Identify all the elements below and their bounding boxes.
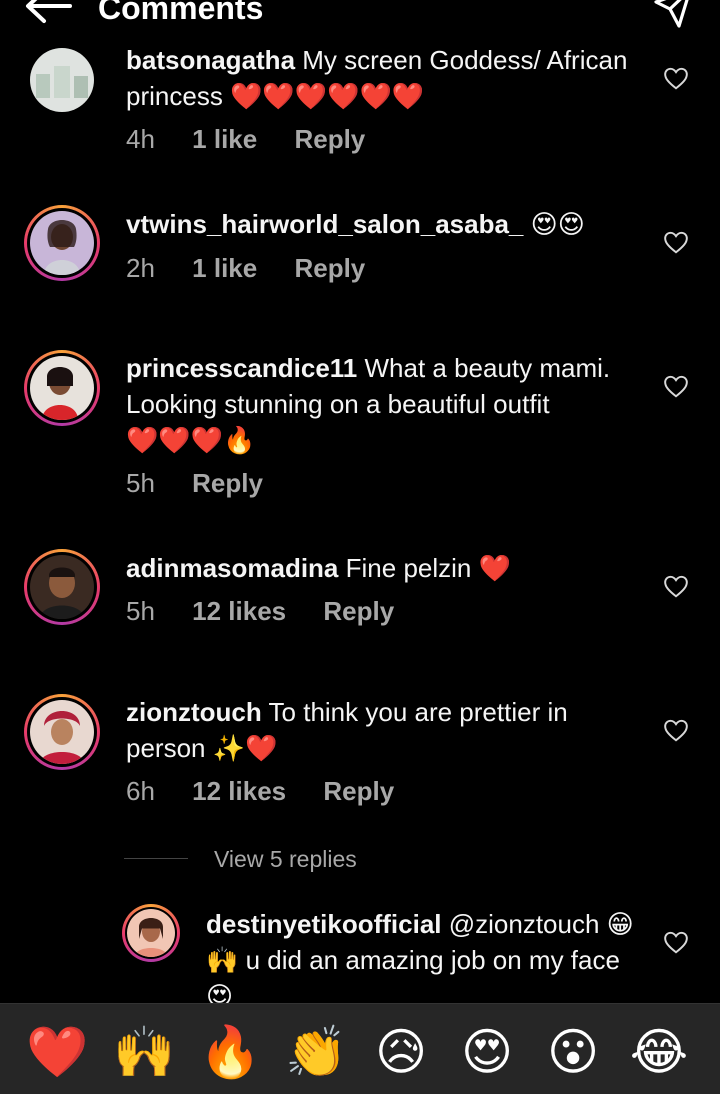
avatar[interactable] xyxy=(30,48,94,112)
comment-emoji: 😍😍 xyxy=(530,209,585,239)
header: Comments xyxy=(0,0,720,40)
comment-username[interactable]: batsonagatha xyxy=(126,45,295,75)
comment-username[interactable]: zionztouch xyxy=(126,697,262,727)
comment-time: 2h xyxy=(126,253,155,283)
comment-username[interactable]: princesscandice11 xyxy=(126,353,357,383)
emoji-tears-of-joy-button[interactable]: 😂 xyxy=(629,1022,689,1082)
view-replies-button[interactable]: View 5 replies xyxy=(124,845,524,875)
like-heart-icon[interactable] xyxy=(663,574,689,598)
avatar[interactable] xyxy=(24,205,100,281)
page-title: Comments xyxy=(98,0,264,26)
like-heart-icon[interactable] xyxy=(663,230,689,254)
like-heart-icon[interactable] xyxy=(663,930,689,954)
comment-time: 4h xyxy=(126,124,155,154)
reply-button[interactable]: Reply xyxy=(294,124,365,154)
emoji-sad-button[interactable]: 😥 xyxy=(371,1022,431,1082)
comment-emoji: ❤️❤️❤️🔥 xyxy=(126,425,256,455)
like-heart-icon[interactable] xyxy=(663,374,689,398)
comments-feed[interactable]: batsonagatha My screen Goddess/ African … xyxy=(0,0,720,1003)
comment-likes[interactable]: 12 likes xyxy=(192,596,286,626)
like-heart-icon[interactable] xyxy=(663,718,689,742)
reply-username[interactable]: destinyetikoofficial xyxy=(206,909,442,939)
comment-username[interactable]: vtwins_hairworld_salon_asaba_ xyxy=(126,209,523,239)
comment-likes[interactable]: 12 likes xyxy=(192,776,286,806)
reply-text: u did an amazing job on my face xyxy=(245,945,620,975)
send-icon[interactable] xyxy=(652,0,694,30)
comment-likes[interactable]: 1 like xyxy=(192,253,257,283)
emoji-surprised-button[interactable]: 😮 xyxy=(543,1022,603,1082)
view-replies-label: View 5 replies xyxy=(214,846,357,872)
reply-button[interactable]: Reply xyxy=(323,596,394,626)
comment-time: 6h xyxy=(126,776,155,806)
back-arrow-icon[interactable] xyxy=(22,0,74,26)
emoji-heart-button[interactable]: ❤️ xyxy=(26,1022,88,1082)
comment-emoji: ❤️ xyxy=(478,553,511,583)
emoji-raised-hands-button[interactable]: 🙌 xyxy=(113,1022,175,1082)
divider xyxy=(124,858,188,859)
comment-username[interactable]: adinmasomadina xyxy=(126,553,338,583)
avatar[interactable] xyxy=(24,350,100,426)
avatar[interactable] xyxy=(122,904,180,962)
emoji-reaction-bar: ❤️ 🙌 🔥 👏 😥 😍 😮 😂 xyxy=(0,1003,720,1094)
avatar[interactable] xyxy=(24,694,100,770)
reply-button[interactable]: Reply xyxy=(192,468,263,498)
reply-mention[interactable]: @zionztouch xyxy=(449,909,600,939)
reply-button[interactable]: Reply xyxy=(323,776,394,806)
comment-emoji: ❤️❤️❤️❤️❤️❤️ xyxy=(230,81,425,111)
emoji-fire-button[interactable]: 🔥 xyxy=(199,1022,261,1082)
emoji-clap-button[interactable]: 👏 xyxy=(285,1022,347,1082)
comment-time: 5h xyxy=(126,468,155,498)
like-heart-icon[interactable] xyxy=(663,66,689,90)
reply-button[interactable]: Reply xyxy=(294,253,365,283)
comment-time: 5h xyxy=(126,596,155,626)
comment-emoji: ✨❤️ xyxy=(212,733,278,763)
comment-text: Fine pelzin xyxy=(345,553,472,583)
emoji-heart-eyes-button[interactable]: 😍 xyxy=(457,1022,517,1082)
comment-likes[interactable]: 1 like xyxy=(192,124,257,154)
reply-trailing-emoji: 😍 xyxy=(206,981,234,1003)
avatar[interactable] xyxy=(24,549,100,625)
